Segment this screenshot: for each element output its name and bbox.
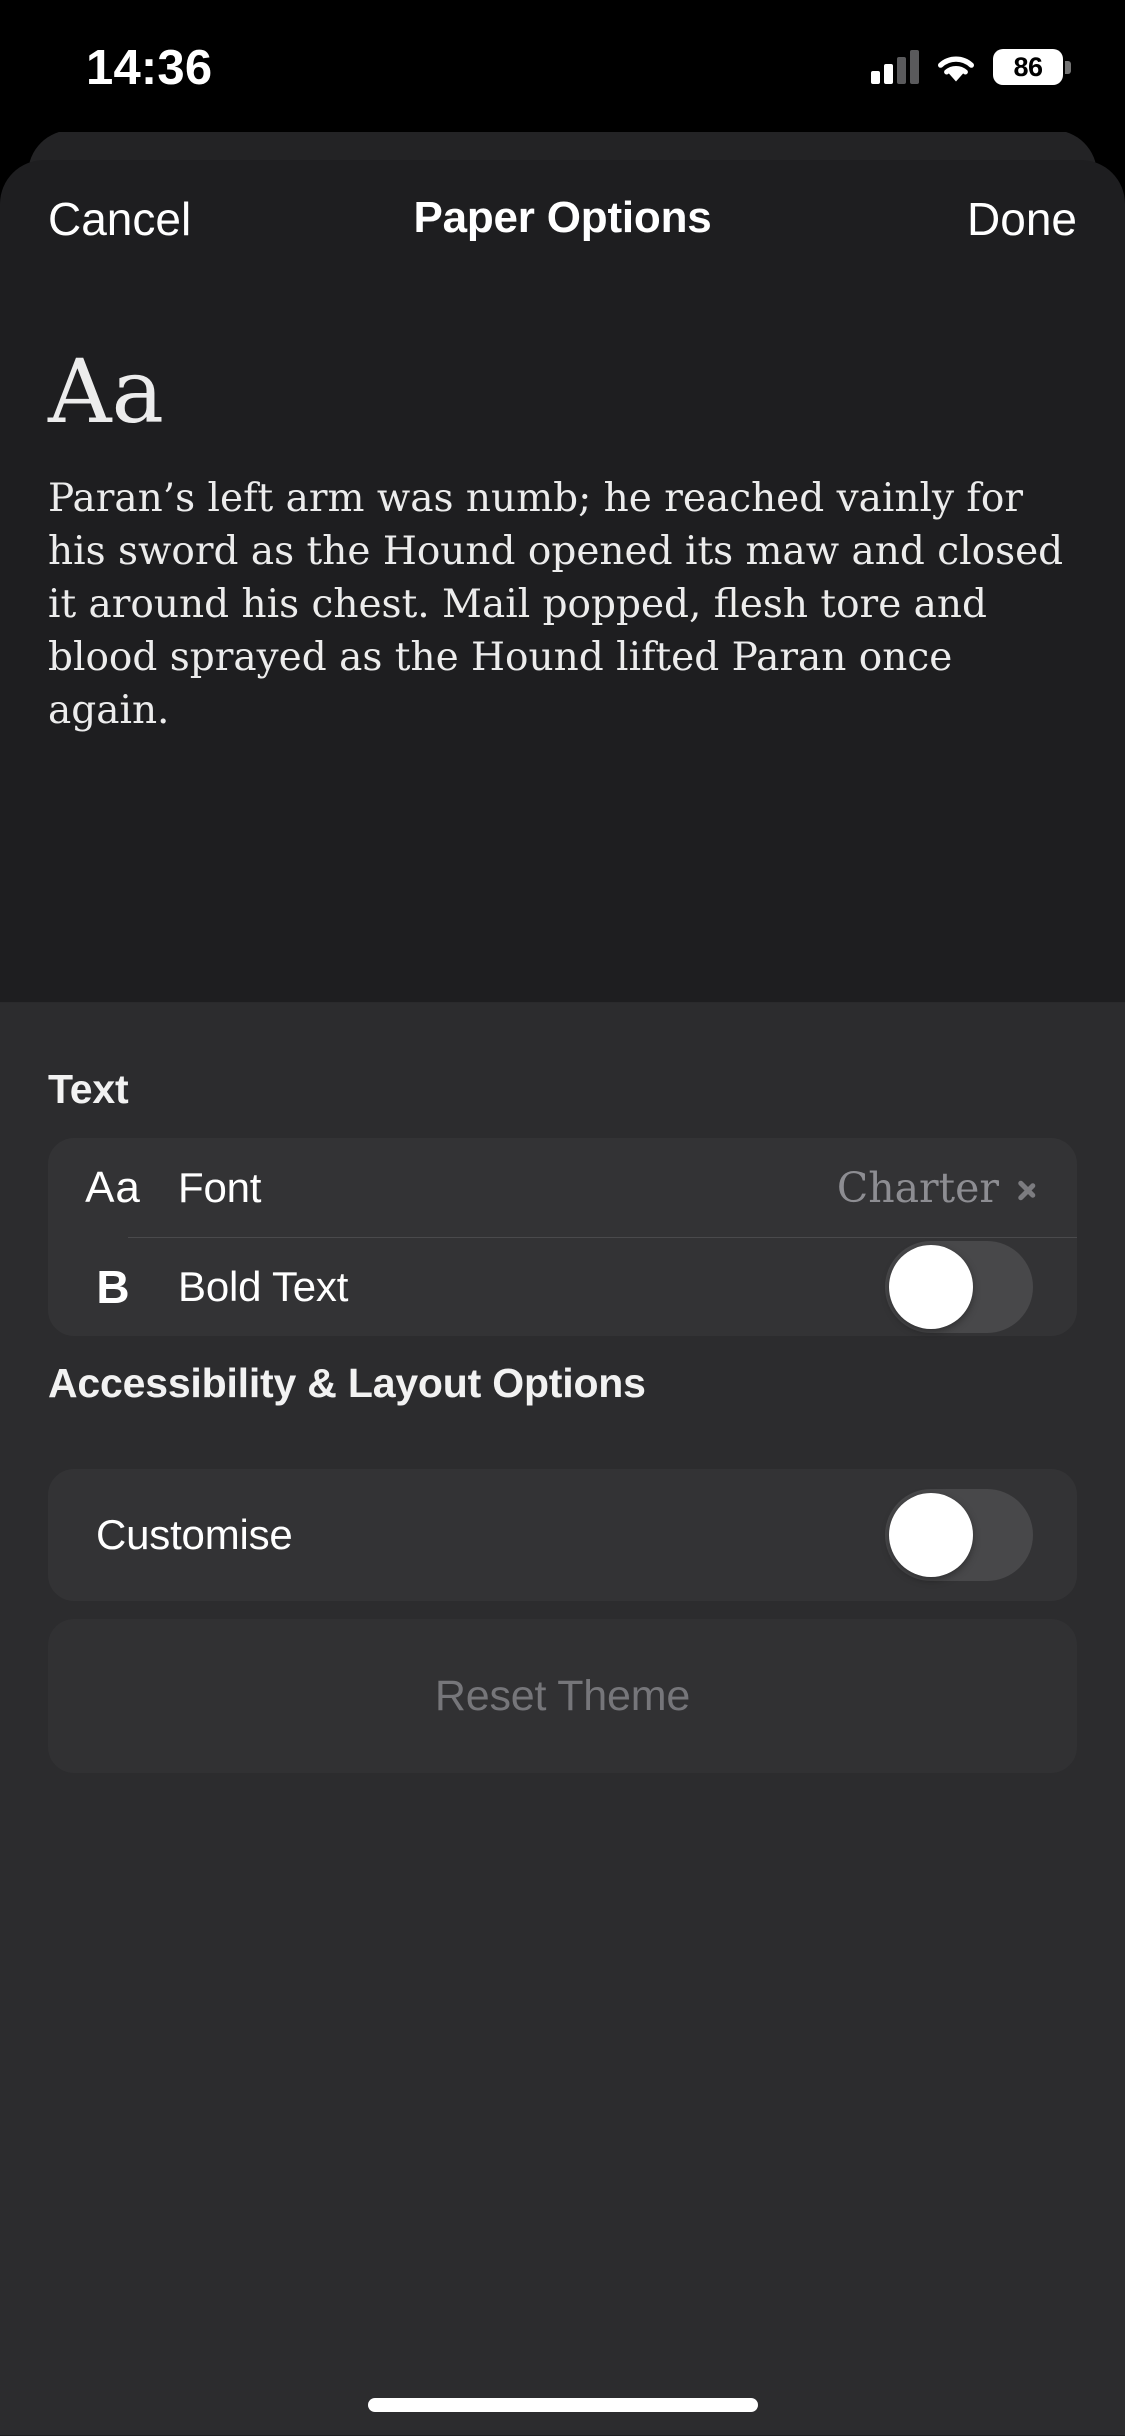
bold-text-toggle[interactable] xyxy=(885,1240,1033,1333)
reset-theme-button[interactable]: Reset Theme xyxy=(48,1619,1077,1773)
font-aa-icon: Aa xyxy=(85,1162,141,1212)
customise-toggle[interactable] xyxy=(885,1489,1033,1581)
bold-text-row-label: Bold Text xyxy=(178,1262,349,1310)
bold-text-row[interactable]: B Bold Text xyxy=(48,1237,1077,1336)
cellular-bars-icon xyxy=(871,50,919,84)
paper-preview-area: Aa Paran’s left arm was numb; he reached… xyxy=(0,276,1125,1003)
done-button[interactable]: Done xyxy=(967,192,1077,246)
status-bar-time: 14:36 xyxy=(86,41,213,95)
page-title: Paper Options xyxy=(413,193,712,242)
reset-theme-card: Reset Theme xyxy=(48,1619,1077,1773)
battery-cap xyxy=(1065,61,1071,74)
battery-percent-label: 86 xyxy=(1013,51,1043,82)
battery-icon: 86 xyxy=(993,49,1071,85)
font-row-value: Charter xyxy=(836,1163,999,1212)
toggle-knob xyxy=(889,1244,973,1329)
accessibility-settings-card: Customise xyxy=(48,1469,1077,1601)
preview-sample-paragraph: Paran’s left arm was numb; he reached va… xyxy=(48,476,1064,733)
wifi-icon xyxy=(934,51,978,84)
paper-options-sheet: Cancel Paper Options Done Aa Paran’s lef… xyxy=(0,160,1125,2436)
font-row[interactable]: Aa Font Charter xyxy=(48,1138,1077,1238)
status-bar: 14:36 86 xyxy=(0,0,1125,132)
chevron-right-icon xyxy=(1017,1170,1037,1206)
text-settings-card: Aa Font Charter B Bold Text xyxy=(48,1138,1077,1336)
status-bar-indicators: 86 xyxy=(871,44,1071,90)
section-header-text: Text xyxy=(48,1066,129,1112)
font-row-label: Font xyxy=(178,1163,262,1211)
navigation-bar: Cancel Paper Options Done xyxy=(0,160,1125,276)
home-indicator[interactable] xyxy=(367,2398,758,2412)
preview-sample-glyphs: Aa xyxy=(48,340,165,443)
bold-b-icon: B xyxy=(96,1260,130,1313)
customise-row[interactable]: Customise xyxy=(48,1469,1077,1601)
customise-row-label: Customise xyxy=(96,1511,293,1558)
section-header-accessibility: Accessibility & Layout Options xyxy=(48,1360,646,1406)
settings-area: Text Aa Font Charter B Bold Text Accessi… xyxy=(0,1003,1125,2435)
phone-screen: 14:36 86 Cancel Paper Options Done Aa Pa… xyxy=(0,0,1125,2436)
toggle-knob xyxy=(889,1493,973,1577)
